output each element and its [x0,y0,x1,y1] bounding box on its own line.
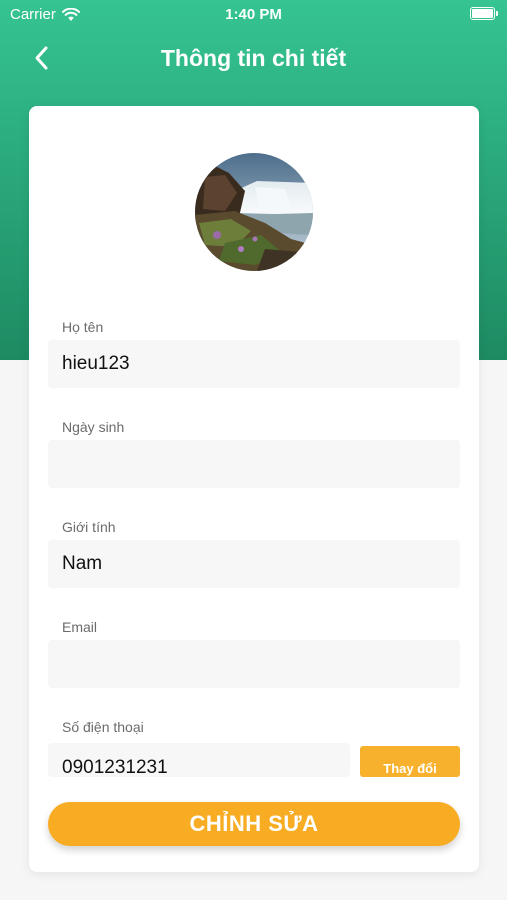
birthday-field[interactable] [48,440,460,488]
page-title: Thông tin chi tiết [160,45,347,71]
profile-card: Họ tên hieu123 Ngày sinh Giới tính Nam E… [29,106,479,872]
label-full-name: Họ tên [62,319,104,335]
battery-icon [470,7,498,20]
label-gender: Giới tính [62,519,116,535]
edit-button[interactable]: CHỈNH SỬA [48,802,460,846]
avatar-image [195,153,313,271]
status-time: 1:40 PM [225,6,282,23]
gender-field[interactable]: Nam [48,540,460,588]
nav-bar: Thông tin chi tiết [0,36,507,80]
full-name-field[interactable]: hieu123 [48,340,460,388]
email-field[interactable] [48,640,460,688]
label-phone: Số điện thoại [62,719,144,735]
change-phone-button[interactable]: Thay đổi [360,746,460,777]
label-birthday: Ngày sinh [62,419,125,435]
phone-field[interactable]: 0901231231 [48,743,350,777]
avatar[interactable] [195,153,313,271]
label-email: Email [62,619,98,635]
status-bar: Carrier 1:40 PM [0,0,507,28]
